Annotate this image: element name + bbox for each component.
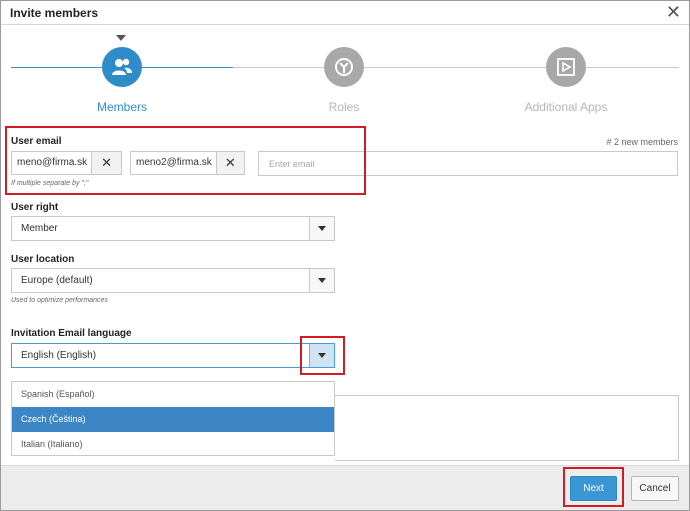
step-members-label: Members — [96, 100, 147, 114]
close-icon[interactable]: ✕ — [666, 2, 681, 22]
user-location-select[interactable]: Europe (default) — [11, 268, 335, 293]
step-additional-apps[interactable] — [546, 47, 586, 87]
chevron-down-icon[interactable] — [309, 269, 334, 292]
remove-email-icon[interactable]: ✕ — [215, 152, 244, 174]
roles-icon — [335, 58, 353, 76]
email-language-value: English (English) — [21, 350, 97, 361]
cancel-button[interactable]: Cancel — [631, 476, 679, 501]
dropdown-option[interactable]: Spanish (Español) — [12, 382, 334, 407]
email-chip: meno@firma.sk ✕ — [11, 151, 122, 175]
new-members-count: # 2 new members — [606, 137, 678, 147]
user-location-label: User location — [11, 254, 75, 265]
email-language-select[interactable]: English (English) — [11, 343, 335, 368]
email-chip: meno2@firma.sk ✕ — [130, 151, 245, 175]
next-button[interactable]: Next — [570, 476, 617, 501]
step-roles-label: Roles — [328, 100, 360, 114]
remove-email-icon[interactable]: ✕ — [91, 152, 121, 174]
step-roles[interactable] — [324, 47, 364, 87]
dropdown-option-selected[interactable]: Czech (Čeština) — [12, 407, 334, 432]
email-chip-text: meno@firma.sk — [17, 157, 88, 168]
dialog-title: Invite members — [10, 6, 99, 20]
step-additional-apps-label: Additional Apps — [524, 100, 608, 114]
user-right-label: User right — [11, 202, 59, 213]
email-language-dropdown: Spanish (Español) Czech (Čeština) Italia… — [11, 381, 335, 456]
dropdown-option[interactable]: Italian (Italiano) — [12, 432, 334, 457]
wizard-stepper: Members Roles Additional Apps — [0, 26, 690, 126]
users-icon — [112, 58, 132, 75]
user-right-value: Member — [21, 223, 58, 234]
user-email-label: User email — [11, 136, 62, 147]
current-step-caret-icon — [116, 35, 126, 41]
step-members[interactable] — [102, 47, 142, 87]
user-location-value: Europe (default) — [21, 275, 93, 286]
step-track-line — [233, 67, 679, 68]
message-textarea[interactable] — [335, 395, 679, 461]
chevron-down-icon[interactable] — [309, 217, 334, 240]
play-icon — [557, 58, 575, 76]
user-right-select[interactable]: Member — [11, 216, 335, 241]
user-location-hint: Used to optimize performances — [11, 297, 108, 304]
dialog-header: Invite members ✕ — [1, 1, 689, 25]
email-language-label: Invitation Email language — [11, 328, 132, 339]
email-input[interactable] — [258, 151, 678, 176]
chevron-down-icon[interactable] — [309, 344, 334, 367]
email-chip-text: meno2@firma.sk — [136, 157, 212, 168]
email-separator-hint: If multiple separate by ";" — [11, 180, 89, 187]
